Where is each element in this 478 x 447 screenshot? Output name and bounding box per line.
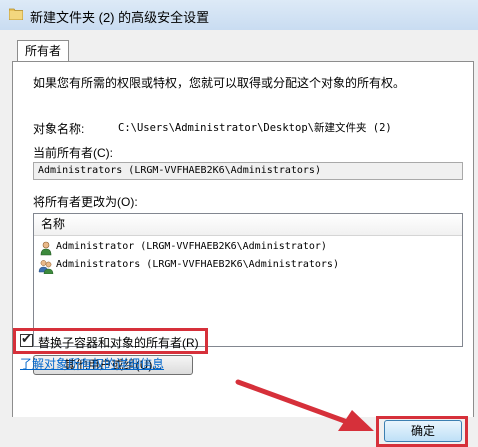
list-item-label: Administrators (LRGM-VVFHAEB2K6\Administ… [56,259,339,270]
dialog-content: 所有者 如果您有所需的权限或特权，您就可以取得或分配这个对象的所有权。 对象名称… [0,30,478,447]
intro-text: 如果您有所需的权限或特权，您就可以取得或分配这个对象的所有权。 [33,76,406,90]
object-name-value: C:\Users\Administrator\Desktop\新建文件夹 (2) [118,122,392,134]
column-header-name[interactable]: 名称 [34,214,462,236]
group-icon [38,260,54,274]
title-bar: 新建文件夹 (2) 的高级安全设置 [0,0,478,30]
tab-owner[interactable]: 所有者 [17,40,69,62]
replace-owner-checkbox[interactable]: ✔ [20,331,33,347]
ok-button[interactable]: 确定 [384,420,462,442]
user-icon [40,241,52,256]
ownership-help-link[interactable]: 了解对象所有权的详细信息 [20,355,164,372]
owner-candidates-list[interactable]: 名称 Administrator (LRGM-VVFHAEB2K6\Admini… [33,213,463,347]
window-title: 新建文件夹 (2) 的高级安全设置 [30,10,210,25]
current-owner-field: Administrators (LRGM-VVFHAEB2K6\Administ… [33,162,463,180]
folder-icon [9,8,23,20]
object-name-label: 对象名称: [33,122,85,136]
checkmark-icon: ✔ [21,331,32,346]
replace-owner-label[interactable]: 替换子容器和对象的所有者(R) [38,334,199,351]
change-owner-label: 将所有者更改为(O): [33,195,138,209]
owner-panel: 如果您有所需的权限或特权，您就可以取得或分配这个对象的所有权。 对象名称: C:… [12,61,474,447]
current-owner-label: 当前所有者(C): [33,146,113,160]
list-item-label: Administrator (LRGM-VVFHAEB2K6\Administr… [56,241,327,252]
